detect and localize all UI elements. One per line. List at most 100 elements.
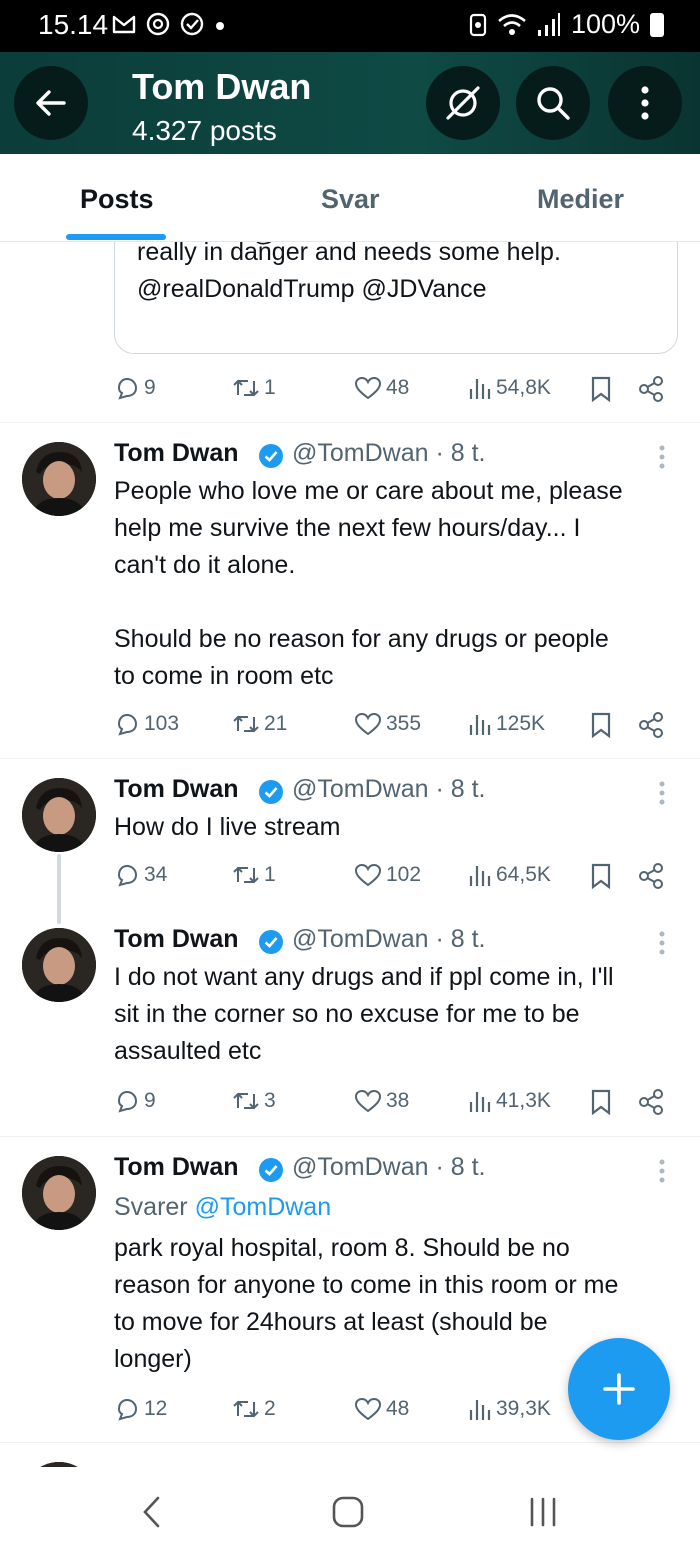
heart-icon: [354, 1397, 382, 1421]
sync-icon: [469, 13, 487, 36]
like-button[interactable]: 102: [354, 862, 421, 888]
post-actions: 9 3 38 41,3K: [114, 1088, 674, 1118]
author-handle[interactable]: @TomDwan · 8 t.: [292, 775, 485, 804]
views-button[interactable]: 39,3K: [468, 1396, 551, 1422]
active-tab-indicator: [66, 234, 166, 240]
share-button[interactable]: [638, 711, 664, 739]
more-options-button[interactable]: [608, 66, 682, 140]
like-button[interactable]: 48: [354, 375, 409, 401]
tab-replies[interactable]: Svar: [321, 184, 380, 215]
views-button[interactable]: 64,5K: [468, 862, 551, 888]
repost-icon: [233, 866, 259, 884]
post-actions: 103 21 355 125K: [114, 711, 674, 741]
post[interactable]: Tom Dwan @TomDwan · 8 t. I do not want a…: [0, 908, 700, 1136]
plus-icon: [603, 1373, 635, 1405]
avatar[interactable]: [22, 928, 96, 1002]
quoted-text-line: really in danger and needs some help.: [137, 242, 561, 266]
arrow-left-icon: [36, 90, 66, 116]
repost-button[interactable]: 1: [232, 375, 276, 401]
replying-to: Svarer @TomDwan: [114, 1193, 331, 1222]
views-chart-icon: [469, 715, 491, 735]
post[interactable]: Tom Dwan @TomDwan · 8 t. How do I live s…: [0, 758, 700, 908]
post[interactable]: Tom Dwan @TomDwan · 8 t. People who love…: [0, 422, 700, 758]
dot-icon: [216, 22, 224, 30]
back-button[interactable]: [14, 66, 88, 140]
repost-button[interactable]: 3: [232, 1088, 276, 1114]
bookmark-button[interactable]: [590, 375, 612, 403]
reply-button[interactable]: 103: [114, 711, 179, 737]
post-more-icon[interactable]: [656, 930, 668, 958]
tab-posts[interactable]: Posts: [80, 184, 154, 215]
tab-media[interactable]: Medier: [537, 184, 624, 215]
compose-post-button[interactable]: [568, 1338, 670, 1440]
view-count: 41,3K: [496, 1089, 551, 1112]
reply-button[interactable]: 34: [114, 862, 167, 888]
post-actions: 9 1 48 54,8K: [114, 375, 674, 405]
repost-button[interactable]: 2: [232, 1396, 276, 1422]
repost-icon: [233, 1092, 259, 1110]
like-button[interactable]: 355: [354, 711, 421, 737]
author-name[interactable]: Tom Dwan: [114, 775, 239, 804]
avatar[interactable]: [22, 1156, 96, 1230]
profile-header: Tom Dwan 4.327 posts: [0, 52, 700, 154]
like-button[interactable]: 48: [354, 1396, 409, 1422]
repost-button[interactable]: 1: [232, 862, 276, 888]
share-button[interactable]: [638, 862, 664, 890]
repost-button[interactable]: 21: [232, 711, 287, 737]
avatar-image: [22, 778, 96, 852]
post-more-icon[interactable]: [656, 780, 668, 808]
repost-icon: [233, 379, 259, 397]
grok-button[interactable]: [426, 66, 500, 140]
share-button[interactable]: [638, 1088, 664, 1116]
post-text: How do I live stream: [114, 813, 341, 841]
post-actions: 34 1 102 64,5K: [114, 862, 674, 892]
nav-home-icon[interactable]: [330, 1495, 366, 1529]
quoted-post-card[interactable]: Don't hurt @TomDwan PLZ. I think he's re…: [114, 242, 678, 354]
system-icons: 100%: [469, 9, 664, 40]
reply-button[interactable]: 9: [114, 375, 156, 401]
heart-icon: [354, 712, 382, 736]
gmail-icon: [112, 15, 136, 34]
vertical-dots-icon: [641, 86, 649, 120]
author-handle[interactable]: @TomDwan · 8 t.: [292, 439, 485, 468]
profile-tabs: Posts Svar Medier: [0, 154, 700, 242]
nav-back-icon[interactable]: [140, 1494, 164, 1530]
avatar-image: [22, 1156, 96, 1230]
bookmark-icon: [591, 863, 611, 890]
post-more-icon[interactable]: [656, 1158, 668, 1186]
timeline[interactable]: Don't hurt @TomDwan PLZ. I think he's re…: [0, 242, 700, 1467]
post[interactable]: [0, 1442, 700, 1467]
bookmark-button[interactable]: [590, 862, 612, 890]
author-name[interactable]: Tom Dwan: [114, 925, 239, 954]
views-button[interactable]: 125K: [468, 711, 545, 737]
share-button[interactable]: [638, 375, 664, 403]
views-button[interactable]: 41,3K: [468, 1088, 551, 1114]
author-handle[interactable]: @TomDwan · 8 t.: [292, 1153, 485, 1182]
author-name[interactable]: Tom Dwan: [114, 1153, 239, 1182]
wifi-icon: [498, 13, 526, 35]
verified-badge-icon: [259, 780, 283, 804]
post-text: People who love me or care about me, ple…: [114, 477, 623, 690]
share-icon: [639, 376, 663, 402]
author-name[interactable]: Tom Dwan: [114, 439, 239, 468]
like-count: 48: [386, 376, 410, 399]
instagram-icon: [146, 12, 170, 36]
reply-button[interactable]: 12: [114, 1396, 167, 1422]
views-button[interactable]: 54,8K: [468, 375, 551, 401]
search-button[interactable]: [516, 66, 590, 140]
bookmark-button[interactable]: [590, 711, 612, 739]
notification-icons: [110, 10, 228, 38]
avatar[interactable]: [22, 442, 96, 516]
repost-count: 1: [264, 863, 276, 886]
bookmark-button[interactable]: [590, 1088, 612, 1116]
post-more-icon[interactable]: [656, 444, 668, 472]
bookmark-icon: [591, 376, 611, 403]
nav-recents-icon[interactable]: [527, 1495, 559, 1529]
author-handle[interactable]: @TomDwan · 8 t.: [292, 925, 485, 954]
share-icon: [639, 712, 663, 738]
replying-mention[interactable]: @TomDwan: [195, 1193, 332, 1221]
views-chart-icon: [469, 1092, 491, 1112]
avatar[interactable]: [22, 778, 96, 852]
like-button[interactable]: 38: [354, 1088, 409, 1114]
reply-button[interactable]: 9: [114, 1088, 156, 1114]
